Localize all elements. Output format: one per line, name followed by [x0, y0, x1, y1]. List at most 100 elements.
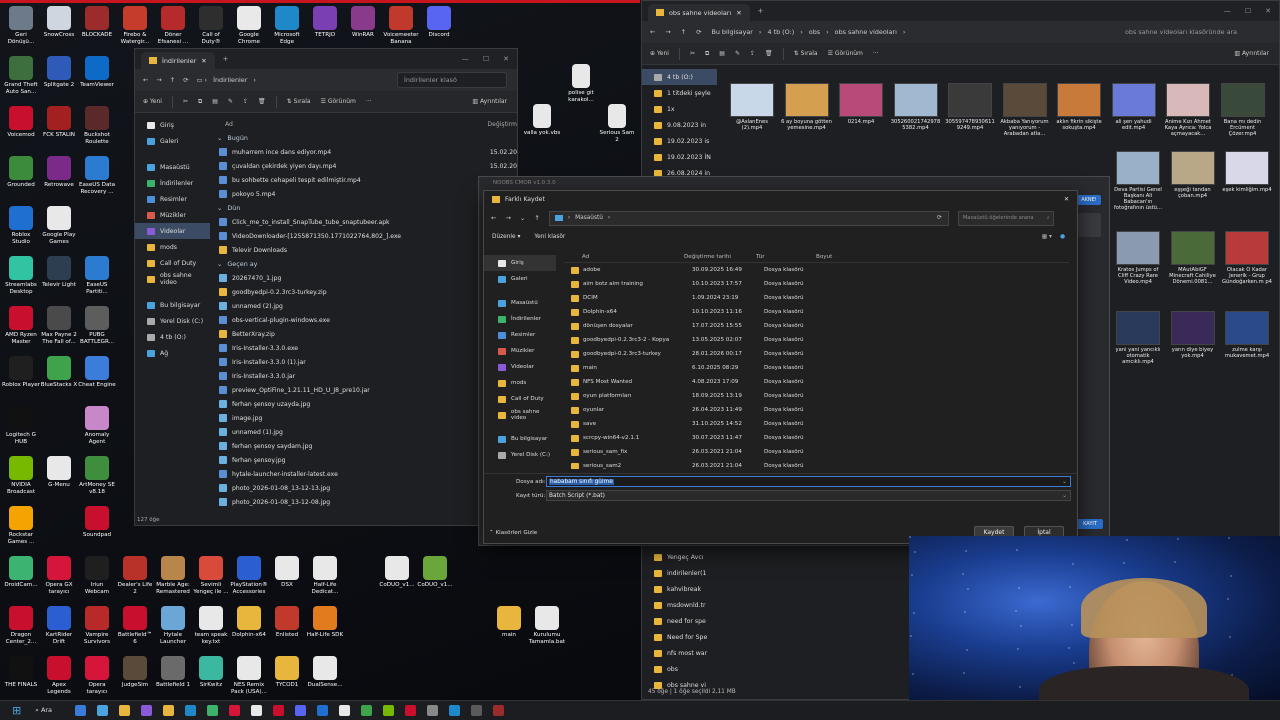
video-thumbnail[interactable]: yani yani yancıklı otomatik amcıklı.mp4	[1112, 311, 1164, 365]
nav-item[interactable]: 1 titdeki şeyle	[642, 85, 717, 101]
desktop-icon[interactable]: Voicemeeter Banana	[382, 6, 420, 45]
help-icon[interactable]: ●	[1060, 234, 1065, 240]
taskbar-app-icon[interactable]	[493, 705, 505, 716]
desktop-icon[interactable]: Dealer's Life 2	[116, 556, 154, 595]
taskbar-app-icon[interactable]	[273, 705, 285, 716]
taskbar-app-icon[interactable]	[317, 705, 329, 716]
taskbar-app-icon[interactable]	[449, 705, 461, 716]
desktop-icon[interactable]: Retrowave	[40, 156, 78, 189]
taskbar-app-icon[interactable]	[295, 705, 307, 716]
video-thumbnail[interactable]: MAutAbiGF Minecraft Cahiliye Dönemi.0081…	[1167, 231, 1219, 285]
nav-item[interactable]: Masaüstü	[135, 159, 210, 175]
desktop-file-icon[interactable]: polise git karakol...	[562, 64, 600, 103]
view-icon[interactable]: ▦ ▾	[1042, 234, 1052, 240]
desktop-icon[interactable]: Opera GX tarayıcı	[40, 556, 78, 595]
desktop-icon[interactable]: BlueStacks X	[40, 356, 78, 389]
col-date[interactable]: Değiştirme tarihi	[684, 254, 756, 260]
file-row[interactable]: 20267470_1.jpg	[215, 271, 517, 285]
maximize-icon[interactable]: ☐	[483, 55, 489, 63]
desktop-icon[interactable]: Enlisted	[268, 606, 306, 639]
back-icon[interactable]: ←	[143, 76, 148, 84]
taskbar-app-icon[interactable]	[251, 705, 263, 716]
nav-item[interactable]: Need for Spe	[642, 629, 717, 645]
nav-item[interactable]: mods	[135, 239, 210, 255]
desktop-icon[interactable]: ArtMoney SE v8.18	[78, 456, 116, 495]
nav-item[interactable]: İndirilenler	[135, 175, 210, 191]
group-header[interactable]: ⌄ Dün	[215, 201, 517, 215]
file-row[interactable]: ferhan şensoy saydam.jpg	[215, 439, 517, 453]
forward-icon[interactable]: →	[665, 28, 670, 36]
close-window-icon[interactable]: ✕	[1265, 7, 1271, 15]
taskbar-app-icon[interactable]	[119, 705, 131, 716]
dialog-close-icon[interactable]: ✕	[1064, 196, 1069, 203]
file-row[interactable]: pokoyo 5.mp415.02.20	[215, 187, 517, 201]
folder-row[interactable]: scrcpy-win64-v2.1.1 30.07.2023 11:47 Dosya…	[564, 431, 1069, 445]
video-thumbnail[interactable]: eşşeği tandan çoban.mp4	[1167, 151, 1219, 199]
desktop-icon[interactable]: THE FINALS	[2, 656, 40, 689]
desktop-icon[interactable]: DSX	[268, 556, 306, 589]
file-row[interactable]: çuvaldan çekirdek yiyen dayı.mp4 15.02.20	[215, 159, 517, 173]
desktop-icon[interactable]: Streamlabs Desktop	[2, 256, 40, 295]
desktop-icon[interactable]: Firebo & Watergir...	[116, 6, 154, 45]
taskbar-app-icon[interactable]	[141, 705, 153, 716]
close-tab-icon[interactable]: ✕	[201, 57, 206, 65]
video-thumbnail[interactable]: 305597478930611 9249.mp4	[944, 83, 996, 131]
desktop-icon[interactable]: Iriun Webcam	[78, 556, 116, 595]
file-row[interactable]: Iris-Installer-3.3.0.jar	[215, 369, 517, 383]
folder-row[interactable]: serious_sam_fix 26.03.2021 21:04 Dosya kla…	[564, 445, 1069, 459]
desktop-icon[interactable]: PlayStation® Accessories	[230, 556, 268, 595]
nav-item[interactable]: Ağ	[135, 345, 210, 361]
dialog-nav-item[interactable]: Resimler	[484, 327, 556, 343]
dialog-nav-item[interactable]: Videolar	[484, 359, 556, 375]
file-row[interactable]: image.jpg	[215, 411, 517, 425]
video-thumbnail[interactable]: Anime Kızı Ahmet Kaya Ayrıca: Yolca açma…	[1162, 83, 1214, 137]
desktop-icon[interactable]: team speak key.txt	[192, 606, 230, 645]
desktop-icon[interactable]: TeamViewer	[78, 56, 116, 89]
desktop-icon[interactable]: Rockstar Games ...	[2, 506, 40, 545]
taskbar-app-icon[interactable]	[163, 705, 175, 716]
taskbar-app-icon[interactable]	[185, 705, 197, 716]
video-thumbnail[interactable]: Kratos Jumps of Cliff Crazy Rare Video.m…	[1112, 231, 1164, 285]
nav-item[interactable]: obs	[642, 661, 717, 677]
windows-start-icon[interactable]: ⊞	[12, 704, 21, 717]
desktop-icon[interactable]: BLOCKADE	[78, 6, 116, 39]
nav-item[interactable]: nfs most war	[642, 645, 717, 661]
column-date[interactable]: Değiştirm	[487, 121, 517, 128]
cut-icon[interactable]: ✂	[690, 50, 695, 57]
file-row[interactable]: goodbyedpi-0.2.3rc3-turkey.zip	[215, 285, 517, 299]
desktop-icon[interactable]: Max Payne 2 The Fall of...	[40, 306, 78, 345]
dialog-nav-item[interactable]: Giriş	[484, 255, 556, 271]
nav-item[interactable]: msdownld.tr	[642, 597, 717, 613]
video-thumbnail[interactable]: ali şen yahudi edit.mp4	[1108, 83, 1160, 131]
folder-row[interactable]: aim botz aim training 10.10.2023 17:57 Dos…	[564, 277, 1069, 291]
dialog-nav-item[interactable]: İndirilenler	[484, 311, 556, 327]
desktop-icon[interactable]: Marble Age: Remastered	[154, 556, 192, 595]
desktop-icon[interactable]: G-Menu	[40, 456, 78, 489]
col-name[interactable]: Ad	[564, 254, 684, 260]
video-thumbnail[interactable]: aklın fikrin sikişte sokuşta.mp4	[1053, 83, 1105, 131]
new-button[interactable]: ⊕ Yeni	[650, 50, 669, 57]
back-icon[interactable]: ←	[491, 214, 496, 222]
video-thumbnail[interactable]: eşek kimliğim.mp4	[1221, 151, 1273, 193]
desktop-icon[interactable]: Battlefield 1	[154, 656, 192, 689]
filetype-select[interactable]: Batch Script (*.bat) ⌄	[546, 490, 1071, 501]
desktop-icon[interactable]: CoDUO_v1...	[378, 556, 416, 589]
nav-item[interactable]: Müzikler	[135, 207, 210, 223]
desktop-icon[interactable]: KartRider Drift	[40, 606, 78, 645]
desktop-icon[interactable]: Buckshot Roulette	[78, 106, 116, 145]
desktop-icon[interactable]: Dragon Center_2...	[2, 606, 40, 645]
desktop-icon[interactable]: EaseUS Partiti...	[78, 256, 116, 295]
breadcrumb-item[interactable]: obs	[809, 28, 820, 36]
nav-item[interactable]: 19.02.2023 İN	[642, 149, 717, 165]
desktop-icon[interactable]: NES Remix Pack (USA)...	[230, 656, 268, 695]
breadcrumb-item[interactable]: obs sahne videoları	[835, 28, 897, 36]
minimize-icon[interactable]: —	[1224, 7, 1231, 15]
up-icon[interactable]: ↑	[170, 76, 175, 84]
file-row[interactable]: photo_2026-01-08_13-12-13.jpg	[215, 481, 517, 495]
delete-icon[interactable]: 🗑	[765, 50, 773, 57]
nav-item[interactable]: kahvibreak	[642, 581, 717, 597]
desktop-icon[interactable]: TYCOD1	[268, 656, 306, 689]
new-folder-button[interactable]: Yeni klasör	[534, 234, 565, 240]
forward-icon[interactable]: →	[505, 214, 510, 222]
nav-item[interactable]: Yengeç Avcı	[642, 549, 717, 565]
